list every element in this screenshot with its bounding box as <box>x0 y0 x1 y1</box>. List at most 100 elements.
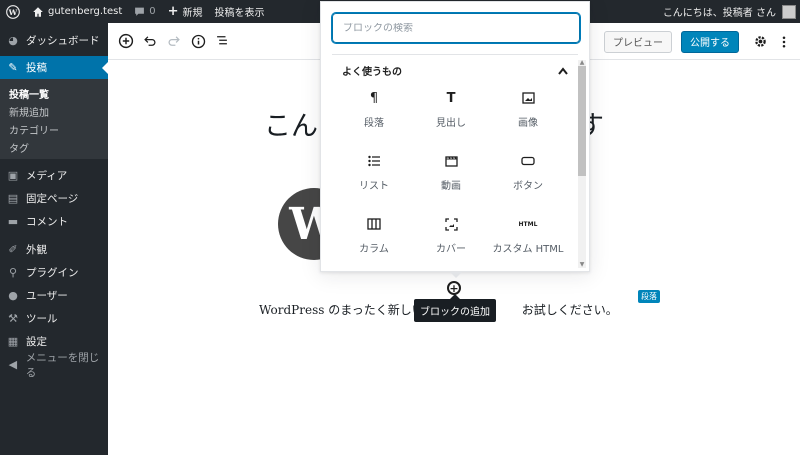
inserter-scrollbar[interactable]: ▲ ▼ <box>578 60 586 268</box>
paragraph-text-left: WordPress のまったく新しい使 <box>259 303 436 317</box>
home-icon <box>33 6 43 17</box>
plus-icon: + <box>449 281 459 295</box>
sidebar-item-appearance[interactable]: ✐ 外観 <box>0 238 108 261</box>
submenu-add-new[interactable]: 新規追加 <box>0 101 108 119</box>
preview-button[interactable]: プレビュー <box>604 30 672 53</box>
more-vertical-icon <box>782 36 786 47</box>
sidebar-item-media[interactable]: ▣ メディア <box>0 164 108 187</box>
sidebar-item-label: ダッシュボード <box>26 35 100 47</box>
view-post-label: 投稿を表示 <box>214 8 265 19</box>
block-item-heading[interactable]: T 見出し <box>413 88 489 142</box>
image-icon <box>521 88 535 108</box>
html-icon: HTML <box>518 220 538 228</box>
block-item-button[interactable]: ボタン <box>490 151 566 205</box>
sidebar-collapse-menu[interactable]: ◀ メニューを閉じる <box>0 352 108 379</box>
sidebar-item-plugins[interactable]: ⚲ プラグイン <box>0 261 108 284</box>
block-item-custom-html[interactable]: HTML カスタム HTML <box>490 214 566 268</box>
block-label: 段落 <box>364 118 384 129</box>
block-inserter-popover: よく使うもの ¶ 段落 T 見出し 画像 リスト 動画 <box>320 1 590 278</box>
block-label: ボタン <box>513 181 543 192</box>
panel-title: よく使うもの <box>342 67 402 78</box>
greeting: こんにちは、投稿者 さん <box>662 8 776 19</box>
block-label: 動画 <box>441 181 461 192</box>
frequently-used-panel-toggle[interactable]: よく使うもの <box>332 54 578 86</box>
block-search-field[interactable] <box>332 13 580 43</box>
comment-bubble-icon <box>135 7 145 16</box>
block-item-list[interactable]: リスト <box>336 151 412 205</box>
block-label: カラム <box>359 244 389 255</box>
settings-button[interactable] <box>748 30 772 54</box>
sidebar-item-label: メニューを閉じる <box>25 351 100 379</box>
media-icon: ▣ <box>7 169 19 182</box>
plus-circle-icon <box>118 33 134 49</box>
sidebar-item-users[interactable]: ● ユーザー <box>0 284 108 307</box>
cover-icon <box>444 214 458 234</box>
list-view-icon <box>217 36 227 45</box>
sidebar-item-label: 外観 <box>26 244 47 256</box>
inline-add-block-button[interactable]: + <box>447 281 461 295</box>
sidebar-item-label: プラグイン <box>26 267 79 279</box>
list-icon <box>367 151 381 171</box>
gear-icon <box>754 36 766 47</box>
submenu-tags[interactable]: タグ <box>0 137 108 155</box>
redo-icon <box>168 36 180 46</box>
block-type-badge: 段落 <box>638 290 660 303</box>
plugin-icon: ⚲ <box>8 266 18 279</box>
block-item-columns[interactable]: カラム <box>336 214 412 268</box>
add-block-tooltip: ブロックの追加 <box>414 294 496 322</box>
block-item-cover[interactable]: カバー <box>413 214 489 268</box>
pin-icon: ✎ <box>8 61 18 74</box>
block-item-image[interactable]: 画像 <box>490 88 566 142</box>
block-item-paragraph[interactable]: ¶ 段落 <box>336 88 412 142</box>
avatar <box>782 4 796 19</box>
posts-submenu: 投稿一覧 新規追加 カテゴリー タグ <box>0 79 108 159</box>
site-name-link[interactable]: gutenberg.test <box>26 0 128 23</box>
brush-icon: ✐ <box>8 243 18 256</box>
wrench-icon: ⚒ <box>8 312 18 325</box>
heading-icon: T <box>446 90 456 106</box>
add-block-button[interactable] <box>114 29 138 53</box>
submenu-all-posts[interactable]: 投稿一覧 <box>0 83 108 101</box>
wp-logo-menu[interactable]: W <box>0 0 26 23</box>
video-icon <box>444 151 458 171</box>
admin-sidebar: ◕ ダッシュボード ✎ 投稿 投稿一覧 新規追加 カテゴリー タグ ▣ メディア… <box>0 23 108 455</box>
chevron-up-icon <box>558 66 568 75</box>
view-post-link[interactable]: 投稿を表示 <box>209 0 271 23</box>
dashboard-icon: ◕ <box>8 34 18 47</box>
new-label: 新規 <box>182 8 203 19</box>
sidebar-item-label: メディア <box>26 170 68 182</box>
svg-text:W: W <box>8 7 18 16</box>
publish-button[interactable]: 公開する <box>681 30 739 53</box>
sidebar-item-label: コメント <box>26 216 68 228</box>
sidebar-item-posts[interactable]: ✎ 投稿 <box>0 56 108 79</box>
paragraph-text-right: お試しください。 <box>521 303 618 317</box>
info-icon <box>191 34 205 48</box>
sidebar-item-label: 設定 <box>26 336 47 348</box>
columns-icon <box>367 214 381 234</box>
sidebar-item-comments[interactable]: ▬ コメント <box>0 210 108 233</box>
scroll-down-arrow[interactable]: ▼ <box>578 262 586 268</box>
scroll-thumb[interactable] <box>578 66 586 176</box>
block-item-video[interactable]: 動画 <box>413 151 489 205</box>
more-menu-button[interactable] <box>772 30 796 54</box>
comments-link[interactable]: 0 <box>128 0 161 23</box>
sidebar-item-tools[interactable]: ⚒ ツール <box>0 307 108 330</box>
content-info-button[interactable] <box>186 29 210 53</box>
block-navigation-button[interactable] <box>210 29 234 53</box>
sidebar-item-label: ユーザー <box>26 290 68 302</box>
block-label: リスト <box>359 181 389 192</box>
block-label: カスタム HTML <box>492 244 564 255</box>
new-content-link[interactable]: + 新規 <box>162 0 209 23</box>
sidebar-item-dashboard[interactable]: ◕ ダッシュボード <box>0 29 108 52</box>
paragraph-icon: ¶ <box>369 90 379 106</box>
my-account-link[interactable]: こんにちは、投稿者 さん <box>657 0 800 23</box>
page-icon: ▤ <box>7 192 19 205</box>
submenu-categories[interactable]: カテゴリー <box>0 119 108 137</box>
block-label: 見出し <box>436 118 466 129</box>
undo-button[interactable] <box>138 29 162 53</box>
block-search-input[interactable] <box>343 22 579 34</box>
redo-button[interactable] <box>162 29 186 53</box>
button-icon <box>521 151 535 171</box>
sidebar-item-pages[interactable]: ▤ 固定ページ <box>0 187 108 210</box>
site-name: gutenberg.test <box>48 6 123 17</box>
